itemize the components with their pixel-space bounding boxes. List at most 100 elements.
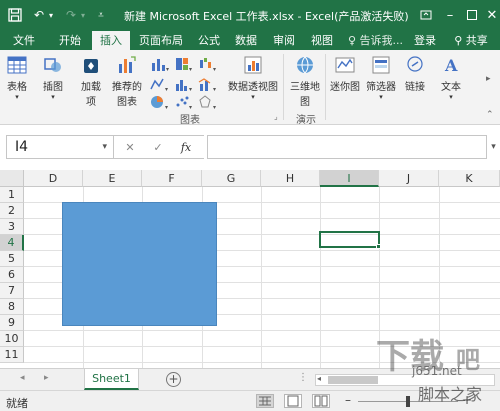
customize-toolbar-icon[interactable]: ⩡	[94, 6, 108, 24]
blue-rectangle-shape[interactable]	[62, 202, 217, 326]
column-chart-icon[interactable]: ▾	[150, 56, 170, 72]
row-header[interactable]: 9	[0, 315, 24, 331]
row-header[interactable]: 2	[0, 203, 24, 219]
zoom-out-button[interactable]: –	[345, 393, 351, 407]
select-all-button[interactable]	[0, 170, 24, 187]
chevron-down-icon: ▾	[102, 142, 107, 152]
row-header[interactable]: 5	[0, 251, 24, 267]
page-layout-icon	[287, 395, 299, 407]
column-header[interactable]: H	[261, 170, 320, 187]
share-button[interactable]: ⚲ 共享	[446, 31, 496, 50]
person-icon: ⚲	[454, 34, 463, 47]
enter-icon[interactable]: ✓	[150, 140, 166, 156]
filters-button[interactable]: 筛选器 ▾	[366, 54, 396, 101]
collapse-ribbon-icon[interactable]: ⌃	[486, 110, 494, 120]
ribbon-scroll-right-icon[interactable]: ▸	[486, 74, 491, 84]
recommended-label-1: 推荐的	[112, 82, 142, 93]
scroll-sheets-left-icon[interactable]: ◂	[20, 373, 25, 383]
illustrations-button[interactable]: 插图 ▾	[42, 54, 64, 101]
pivot-chart-button[interactable]: 数据透视图 ▾	[228, 54, 278, 101]
3d-map-label-2: 图	[300, 97, 310, 108]
tab-insert[interactable]: 插入	[92, 31, 130, 50]
tab-page-layout[interactable]: 页面布局	[136, 31, 186, 50]
tab-formulas[interactable]: 公式	[192, 31, 226, 50]
undo-dropdown-icon[interactable]: ▾	[46, 6, 56, 24]
link-button[interactable]: 链接	[404, 54, 426, 93]
cancel-icon[interactable]: ✕	[122, 140, 138, 156]
close-icon[interactable]: ✕	[480, 4, 500, 26]
separator	[283, 54, 284, 120]
chevron-down-icon: ▾	[15, 93, 19, 101]
column-header[interactable]: K	[439, 170, 500, 187]
tab-data[interactable]: 数据	[228, 31, 264, 50]
grid-icon	[259, 396, 271, 406]
radar-chart-icon[interactable]: ▾	[198, 94, 218, 110]
row-header[interactable]: 1	[0, 187, 24, 203]
gridline	[320, 187, 321, 368]
recommended-charts-button[interactable]: 推荐的 图表	[112, 54, 142, 108]
column-header-selected[interactable]: I	[320, 170, 379, 187]
tab-split-handle-icon[interactable]: ⋮	[298, 372, 308, 383]
row-header[interactable]: 11	[0, 347, 24, 363]
name-box[interactable]: I4 ▾	[6, 135, 114, 159]
ribbon-display-options-icon[interactable]	[414, 4, 438, 26]
column-header[interactable]: F	[142, 170, 202, 187]
tab-file[interactable]: 文件	[6, 31, 42, 50]
row-header[interactable]: 6	[0, 267, 24, 283]
svg-text:▾: ▾	[189, 104, 192, 110]
svg-text:▾: ▾	[189, 86, 192, 92]
sparklines-button[interactable]: 迷你图	[330, 54, 360, 93]
column-header[interactable]: G	[202, 170, 261, 187]
save-icon[interactable]	[6, 6, 24, 24]
svg-text:▾: ▾	[165, 104, 168, 110]
illustrations-label: 插图	[43, 82, 63, 93]
active-cell-i4[interactable]	[319, 231, 380, 248]
text-button[interactable]: A 文本 ▾	[440, 54, 462, 101]
waterfall-chart-icon[interactable]: ▾	[198, 56, 218, 72]
text-label: 文本	[441, 82, 461, 93]
fill-handle[interactable]	[376, 244, 381, 249]
minimize-icon[interactable]: –	[438, 4, 462, 26]
svg-text:▾: ▾	[213, 66, 216, 72]
sheet-tab-sheet1[interactable]: Sheet1	[84, 369, 139, 390]
tables-button[interactable]: 表格 ▾	[6, 54, 28, 101]
addins-button[interactable]: 加载 项	[80, 54, 102, 108]
formula-input[interactable]	[207, 135, 487, 159]
gridline	[261, 187, 262, 368]
tab-view[interactable]: 视图	[304, 31, 340, 50]
column-header[interactable]: E	[83, 170, 142, 187]
separator	[325, 54, 326, 120]
chevron-down-icon: ▾	[449, 93, 453, 101]
combo-chart-icon[interactable]: ▾	[198, 76, 218, 92]
dialog-launcher-icon[interactable]: ⌟	[274, 112, 278, 121]
line-chart-icon[interactable]: ▾	[150, 76, 170, 92]
sign-in-link[interactable]: 登录	[408, 31, 442, 50]
add-sheet-button[interactable]: +	[166, 372, 181, 387]
link-icon	[407, 56, 423, 72]
tab-home[interactable]: 开始	[52, 31, 88, 50]
scatter-chart-icon[interactable]: ▾	[174, 94, 194, 110]
row-header[interactable]: 8	[0, 299, 24, 315]
expand-formula-bar-icon[interactable]: ▾	[487, 135, 500, 159]
scroll-sheets-right-icon[interactable]: ▸	[44, 373, 49, 383]
chevron-down-icon: ▾	[379, 93, 383, 101]
statistic-chart-icon[interactable]: ▾	[174, 76, 194, 92]
tell-me-search[interactable]: ♀ 告诉我...	[348, 31, 403, 50]
insert-function-icon[interactable]: fx	[178, 140, 194, 156]
3d-map-button[interactable]: 三维地 图	[290, 54, 320, 108]
hierarchy-chart-icon[interactable]: ▾	[174, 56, 194, 72]
row-header[interactable]: 7	[0, 283, 24, 299]
page-break-view-button[interactable]	[312, 394, 330, 408]
row-header[interactable]: 3	[0, 219, 24, 235]
column-header[interactable]: D	[24, 170, 83, 187]
pie-chart-icon[interactable]: ▾	[150, 94, 170, 110]
redo-dropdown-icon[interactable]: ▾	[78, 6, 88, 24]
page-layout-view-button[interactable]	[284, 394, 302, 408]
scroll-left-icon[interactable]: ◂	[317, 374, 321, 383]
tab-review[interactable]: 审阅	[266, 31, 302, 50]
row-header[interactable]: 10	[0, 331, 24, 347]
column-header[interactable]: J	[379, 170, 439, 187]
svg-text:▾: ▾	[165, 86, 168, 92]
row-header-selected[interactable]: 4	[0, 235, 24, 251]
normal-view-button[interactable]	[256, 394, 274, 408]
